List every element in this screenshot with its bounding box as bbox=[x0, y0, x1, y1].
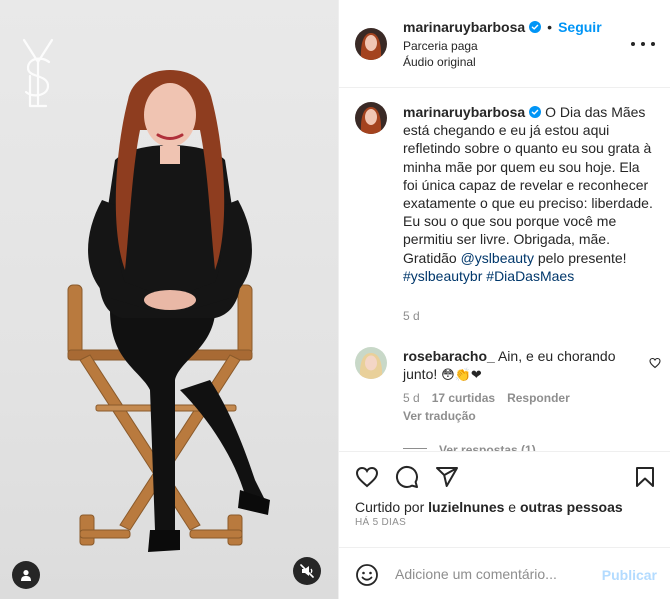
comment-meta: 5 d 17 curtidas Responder bbox=[403, 391, 570, 405]
author-avatar[interactable] bbox=[355, 28, 387, 60]
post-header: marinaruybarbosa • Seguir Parceria paga … bbox=[339, 0, 670, 88]
post-dialog: marinaruybarbosa • Seguir Parceria paga … bbox=[0, 0, 670, 599]
post-caption: marinaruybarbosa O Dia das Mães está che… bbox=[403, 103, 653, 285]
bookmark-icon[interactable] bbox=[633, 465, 657, 489]
view-replies-button[interactable]: Ver respostas (1) bbox=[403, 443, 536, 451]
replies-divider bbox=[403, 448, 427, 449]
comment-like-heart-icon[interactable] bbox=[649, 357, 661, 369]
comment-timestamp[interactable]: 5 d bbox=[403, 391, 420, 405]
separator-dot: • bbox=[547, 19, 553, 35]
other-likers-link[interactable]: outras pessoas bbox=[520, 499, 623, 515]
comment-body: rosebaracho_ Ain, e eu chorando junto! 😳… bbox=[403, 347, 643, 385]
publish-button[interactable]: Publicar bbox=[602, 567, 657, 583]
view-replies-label: Ver respostas (1) bbox=[439, 443, 536, 451]
follow-button[interactable]: Seguir bbox=[558, 19, 602, 35]
muted-speaker-icon bbox=[300, 564, 314, 578]
comment-likes-count[interactable]: 17 curtidas bbox=[432, 391, 495, 405]
author-username[interactable]: marinaruybarbosa bbox=[403, 19, 525, 35]
commenter-avatar-image bbox=[355, 347, 387, 379]
original-audio-link[interactable]: Áudio original bbox=[403, 55, 476, 69]
verified-badge-icon bbox=[529, 21, 542, 33]
verified-badge-icon bbox=[529, 106, 542, 118]
commenter-username[interactable]: rosebaracho_ bbox=[403, 348, 495, 364]
likes-prefix: Curtido por bbox=[355, 499, 429, 515]
add-comment-bar: Publicar bbox=[339, 547, 670, 599]
comment-icon[interactable] bbox=[395, 465, 419, 489]
caption-username[interactable]: marinaruybarbosa bbox=[403, 104, 525, 120]
woman-in-chair-image bbox=[67, 70, 270, 552]
heart-icon[interactable] bbox=[355, 465, 379, 489]
more-options-icon[interactable] bbox=[631, 35, 655, 53]
paid-partnership-label[interactable]: Parceria paga bbox=[403, 39, 478, 53]
post-details-panel: marinaruybarbosa • Seguir Parceria paga … bbox=[338, 0, 670, 599]
see-translation-button[interactable]: Ver tradução bbox=[403, 409, 476, 423]
reply-button[interactable]: Responder bbox=[507, 391, 570, 405]
post-video[interactable] bbox=[0, 0, 338, 599]
caption-avatar-image bbox=[355, 102, 387, 134]
author-avatar-image bbox=[355, 28, 387, 60]
hashtag-link[interactable]: #yslbeautybr bbox=[403, 268, 482, 284]
mute-toggle-button[interactable] bbox=[293, 557, 321, 585]
comment-emojis: 😳👏❤ bbox=[441, 368, 482, 384]
caption-text-2: pelo presente! bbox=[533, 249, 627, 266]
emoji-icon[interactable] bbox=[355, 563, 379, 587]
post-age[interactable]: HÁ 5 DIAS bbox=[355, 517, 406, 528]
caption-text: O Dia das Mães está chegando e eu já est… bbox=[403, 104, 653, 266]
share-icon[interactable] bbox=[435, 465, 459, 489]
likes-middle: e bbox=[504, 499, 520, 515]
liker-username[interactable]: luzielnunes bbox=[428, 499, 504, 515]
tagged-users-button[interactable] bbox=[12, 561, 40, 589]
header-user-line: marinaruybarbosa • Seguir bbox=[403, 19, 602, 35]
caption-mention-link[interactable]: @yslbeauty bbox=[461, 250, 534, 266]
hashtag-link[interactable]: #DiaDasMaes bbox=[486, 268, 574, 284]
caption-timestamp[interactable]: 5 d bbox=[403, 309, 420, 323]
user-tag-icon bbox=[21, 570, 31, 581]
commenter-avatar[interactable] bbox=[355, 347, 387, 379]
likes-summary: Curtido por luzielnunes e outras pessoas bbox=[355, 499, 623, 515]
add-comment-input[interactable] bbox=[395, 564, 595, 584]
post-actions-bar bbox=[339, 451, 670, 501]
caption-author-avatar[interactable] bbox=[355, 102, 387, 134]
